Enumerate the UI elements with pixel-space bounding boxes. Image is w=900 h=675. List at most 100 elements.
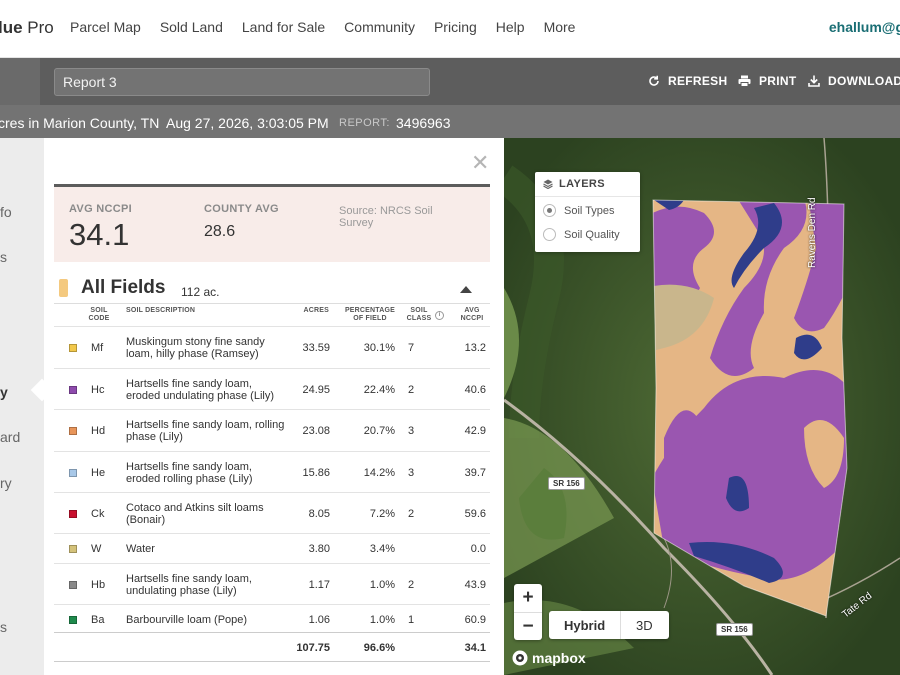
nav-community[interactable]: Community xyxy=(344,19,415,35)
soil-table-row[interactable]: Hb Hartsells fine sandy loam, undulating … xyxy=(54,563,490,604)
toolbar-left-stub xyxy=(0,58,40,105)
refresh-label: REFRESH xyxy=(668,74,728,88)
layer-option-soil-types[interactable]: Soil Types xyxy=(543,204,615,217)
soil-table-row[interactable]: Mf Muskingum stony fine sandy loam, hilly… xyxy=(54,326,490,368)
avg-nccpi-value: 34.1 xyxy=(69,217,130,252)
road-label-sr156-2: SR 156 xyxy=(716,623,753,636)
zoom-out-button[interactable]: − xyxy=(514,612,542,640)
close-icon[interactable]: ✕ xyxy=(471,150,489,176)
avg-nccpi-label: AVG NCCPI xyxy=(69,203,133,215)
soil-code: Ba xyxy=(91,614,105,626)
refresh-icon xyxy=(649,75,659,86)
field-acres: 112 ac. xyxy=(181,285,220,299)
soil-table-row[interactable]: Ck Cotaco and Atkins silt loams (Bonair) 8… xyxy=(54,492,490,533)
report-info-bar: cres in Marion County, TN Aug 27, 2026, … xyxy=(0,105,900,138)
collapse-caret-icon[interactable] xyxy=(460,286,472,293)
soil-class: 7 xyxy=(408,342,415,354)
soil-color-swatch xyxy=(69,545,77,553)
soil-avg-nccpi: 59.6 xyxy=(464,508,486,520)
print-label: PRINT xyxy=(759,74,797,88)
mapbox-logo-icon xyxy=(512,650,528,666)
nav-pricing[interactable]: Pricing xyxy=(434,19,477,35)
soil-description: Hartsells fine sandy loam, rolling phase… xyxy=(126,419,285,443)
soil-map[interactable]: SR 156 SR 156 Ravens Den Rd Tate Rd LAYE… xyxy=(504,138,900,675)
soil-avg-nccpi: 43.9 xyxy=(464,579,486,591)
report-datetime: Aug 27, 2026, 3:03:05 PM xyxy=(166,115,329,131)
map-type-3d[interactable]: 3D xyxy=(636,618,653,633)
field-color-swatch xyxy=(59,279,68,297)
col-soil-description: SOIL DESCRIPTION xyxy=(126,307,196,314)
nav-more[interactable]: More xyxy=(544,19,576,35)
soil-description: Muskingum stony fine sandy loam, hilly p… xyxy=(126,336,265,360)
soil-acres: 8.05 xyxy=(308,508,330,520)
col-acres: ACRES xyxy=(303,307,329,314)
sidebar-item-info[interactable]: fo xyxy=(0,204,12,220)
soil-avg-nccpi: 40.6 xyxy=(464,384,486,396)
layer-option-soil-quality[interactable]: Soil Quality xyxy=(543,228,620,241)
sidebar-item-board[interactable]: ard xyxy=(0,429,20,445)
soil-percentage: 3.4% xyxy=(369,543,395,555)
info-icon[interactable]: i xyxy=(435,311,444,320)
soil-table-row[interactable]: Hd Hartsells fine sandy loam, rolling pha… xyxy=(54,409,490,451)
sidebar-item-2[interactable]: s xyxy=(0,249,7,265)
road-label-sr156-1: SR 156 xyxy=(548,477,585,490)
report-location: cres in Marion County, TN xyxy=(0,115,160,131)
nav-help[interactable]: Help xyxy=(496,19,525,35)
report-toolbar: Report 3 REFRESH PRINT DOWNLOAD xyxy=(0,58,900,105)
radio-soil-quality[interactable] xyxy=(543,228,556,241)
mapbox-attribution[interactable]: mapbox xyxy=(512,650,586,666)
soil-color-swatch xyxy=(69,386,77,394)
sidebar-item-history[interactable]: ry xyxy=(0,475,12,491)
soil-percentage: 1.0% xyxy=(369,614,395,626)
sidebar-item-active[interactable]: y xyxy=(0,384,8,400)
download-button[interactable]: DOWNLOAD xyxy=(808,74,900,88)
soil-table-row[interactable]: Ba Barbourville loam (Pope) 1.06 1.0% 1 60.9 xyxy=(54,604,490,633)
soil-code: Hb xyxy=(91,579,106,591)
zoom-in-button[interactable]: + xyxy=(514,584,542,612)
soil-acres: 3.80 xyxy=(308,543,330,555)
soil-acres: 23.08 xyxy=(302,425,330,437)
nccpi-summary: AVG NCCPI 34.1 COUNTY AVG 28.6 Source: N… xyxy=(54,184,490,262)
user-account[interactable]: ehallum@g xyxy=(829,19,900,35)
report-sidebar: fo s y ard ry s xyxy=(0,138,54,675)
soil-color-swatch xyxy=(69,581,77,589)
top-nav: lue Pro Parcel Map Sold Land Land for Sa… xyxy=(0,0,900,58)
soil-table-row[interactable]: He Hartsells fine sandy loam, eroded roll… xyxy=(54,451,490,492)
field-header: All Fields 112 ac. xyxy=(54,274,490,304)
street-label-ravens-den: Ravens Den Rd xyxy=(807,197,818,268)
soil-code: W xyxy=(91,543,102,555)
radio-soil-types[interactable] xyxy=(543,204,556,217)
sidebar-item-last[interactable]: s xyxy=(0,619,7,635)
soil-code: Hd xyxy=(91,425,106,437)
brand-name: lue xyxy=(0,18,23,37)
report-name-input[interactable]: Report 3 xyxy=(54,68,430,96)
zoom-control: + − xyxy=(514,584,542,640)
brand-logo[interactable]: lue Pro xyxy=(0,18,54,38)
soil-description: Cotaco and Atkins silt loams (Bonair) xyxy=(126,502,264,526)
download-label: DOWNLOAD xyxy=(828,74,900,88)
soil-code: He xyxy=(91,467,106,479)
layers-divider xyxy=(535,196,640,197)
refresh-button[interactable]: REFRESH xyxy=(648,74,727,88)
col-percentage: PERCENTAGE OF FIELD xyxy=(344,307,396,322)
col-avg-nccpi: AVG NCCPI xyxy=(460,307,484,322)
soil-table-row[interactable]: Hc Hartsells fine sandy loam, eroded undu… xyxy=(54,368,490,409)
soil-table-row[interactable]: W Water 3.80 3.4% 0.0 xyxy=(54,533,490,563)
print-button[interactable]: PRINT xyxy=(738,74,797,88)
total-percentage: 96.6% xyxy=(363,642,395,654)
map-type-hybrid[interactable]: Hybrid xyxy=(564,618,605,633)
soil-acres: 15.86 xyxy=(302,467,330,479)
layers-icon xyxy=(543,179,553,189)
nav-land-for-sale[interactable]: Land for Sale xyxy=(242,19,325,35)
soil-percentage: 22.4% xyxy=(363,384,395,396)
soil-class: 2 xyxy=(408,579,415,591)
soil-color-swatch xyxy=(69,616,77,624)
soil-report-panel: ✕ AVG NCCPI 34.1 COUNTY AVG 28.6 Source:… xyxy=(44,138,504,675)
map-type-toggle: Hybrid 3D xyxy=(549,611,669,639)
nav-parcel-map[interactable]: Parcel Map xyxy=(70,19,141,35)
soil-code: Ck xyxy=(91,508,105,520)
nav-sold-land[interactable]: Sold Land xyxy=(160,19,223,35)
soil-class: 2 xyxy=(408,508,415,520)
soil-avg-nccpi: 60.9 xyxy=(464,614,486,626)
totals-row: 107.75 96.6% 34.1 xyxy=(54,632,490,662)
